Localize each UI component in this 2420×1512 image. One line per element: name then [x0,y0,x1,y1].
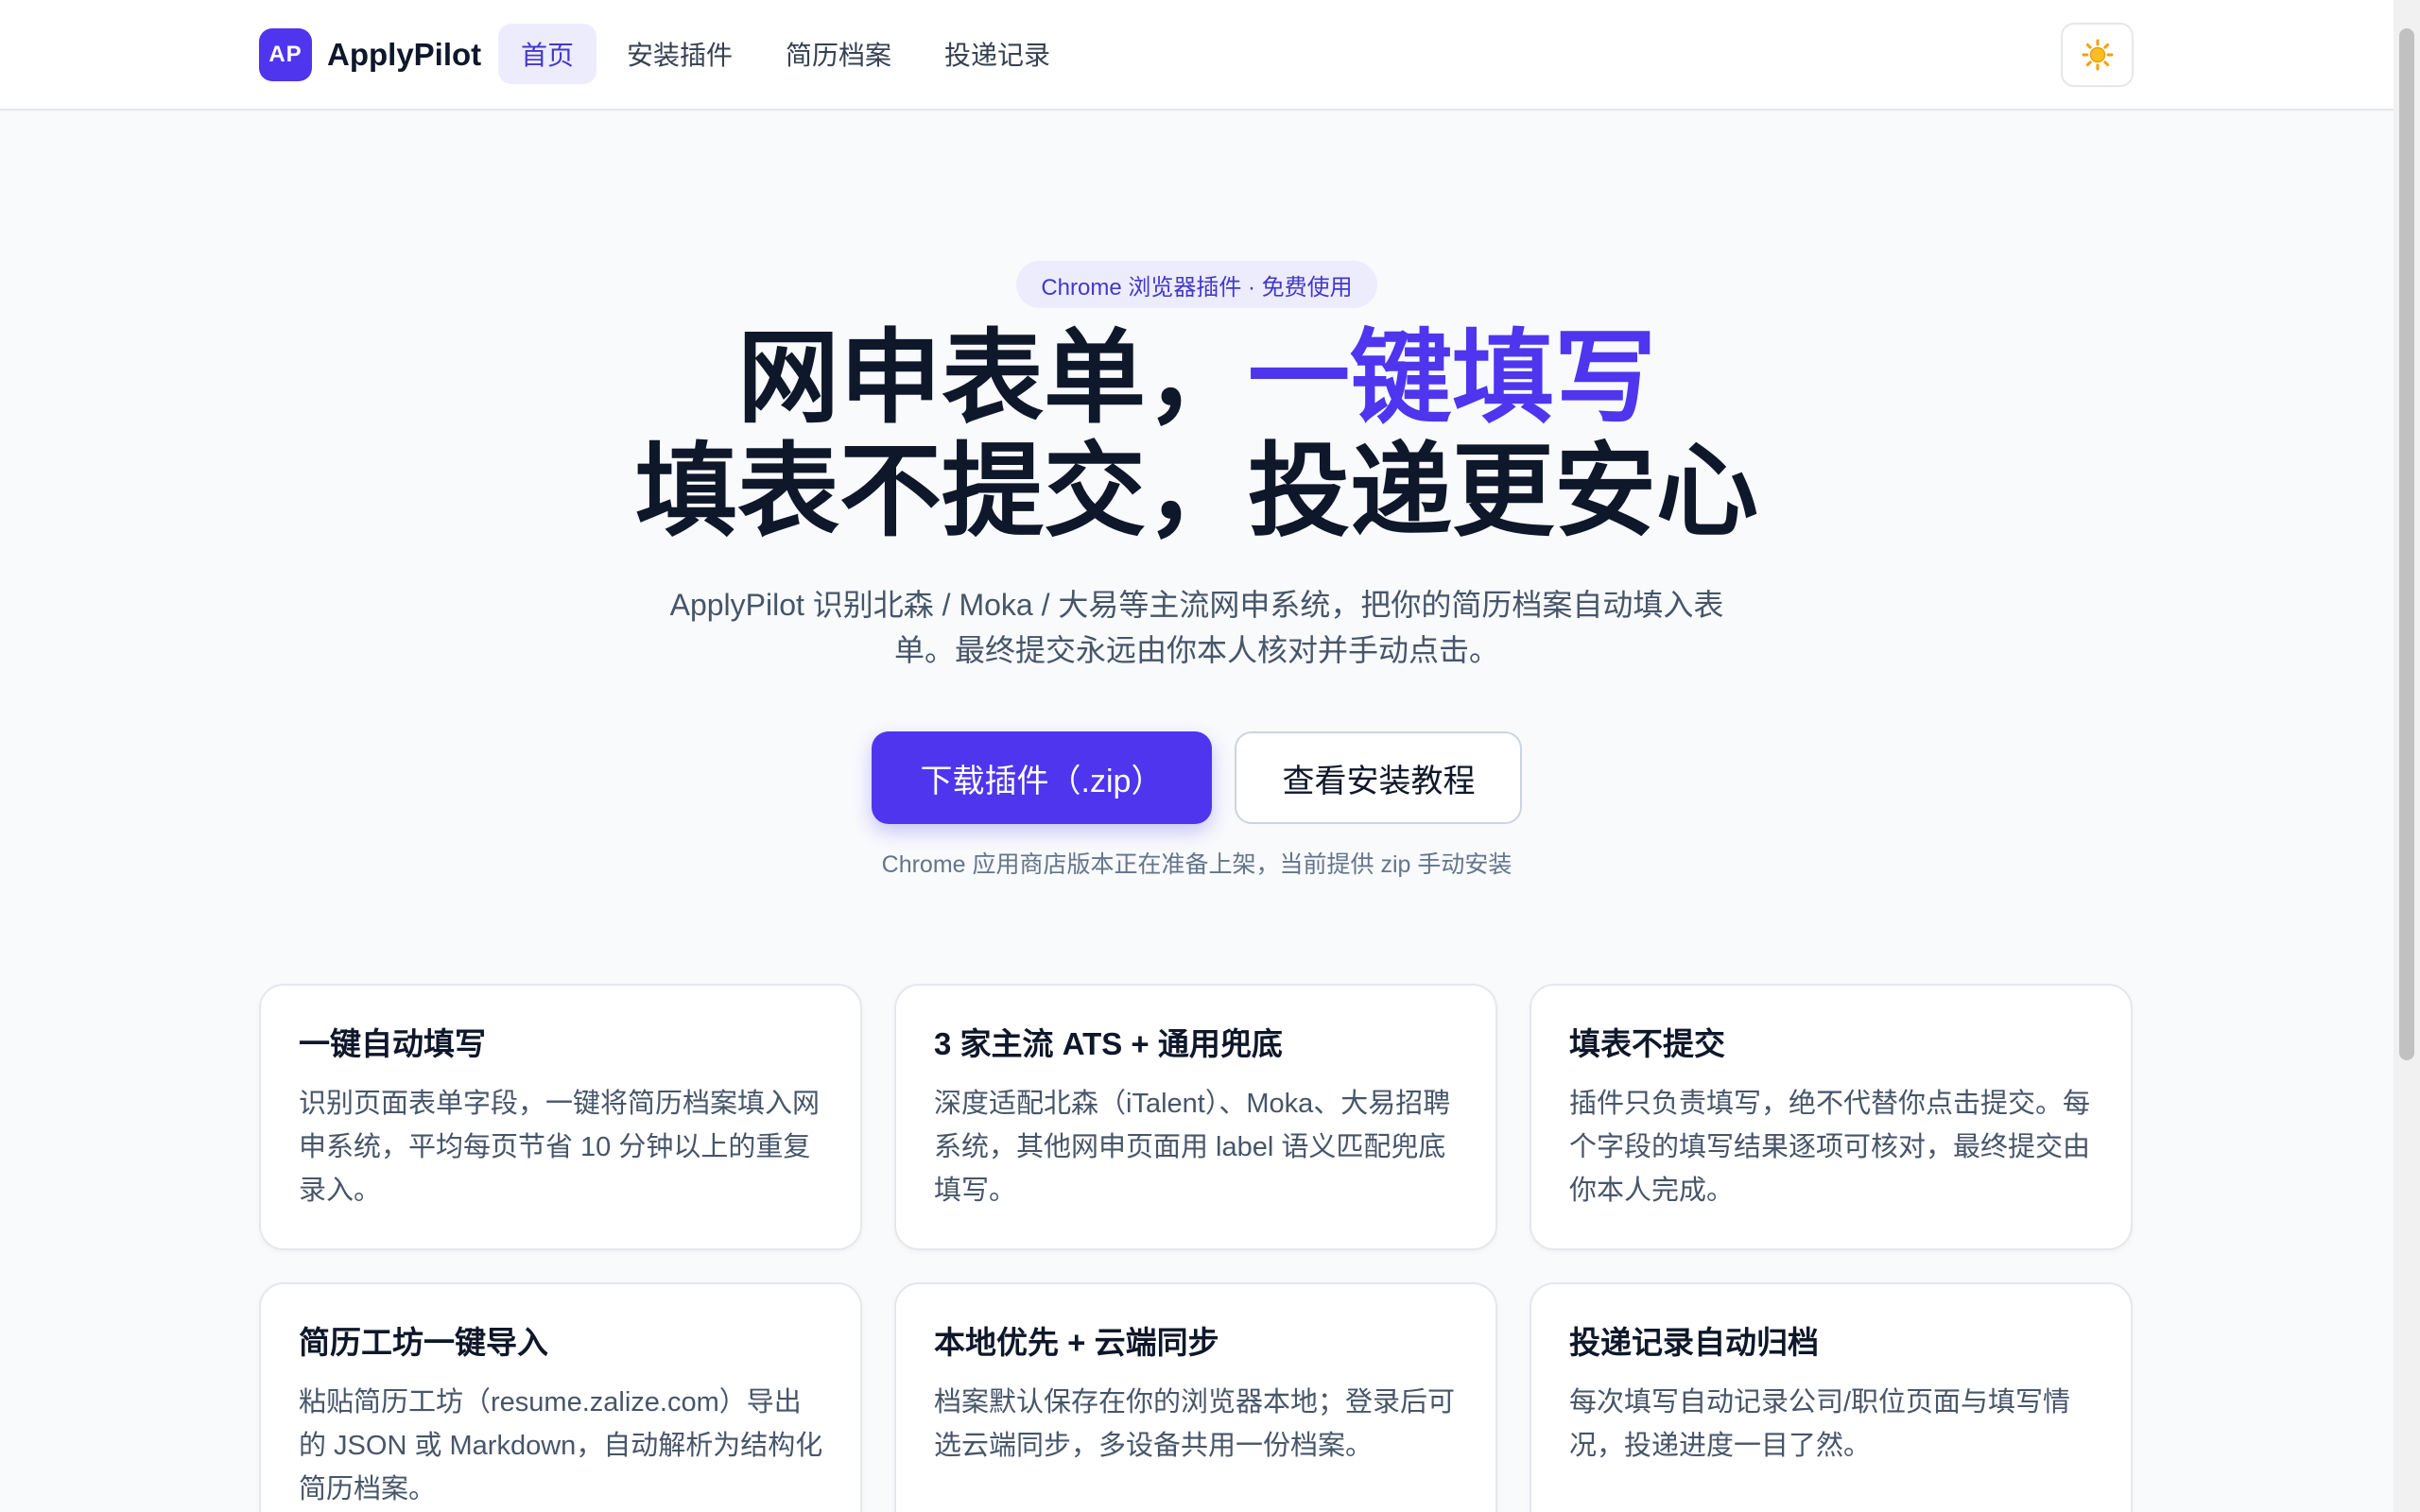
feature-description: 粘贴简历工坊（resume.zalize.com）导出的 JSON 或 Mark… [299,1387,823,1504]
hero-headline: 网申表单，一键填写 填表不提交，投递更安心 [0,321,2394,548]
feature-title: 简历工坊一键导入 [299,1325,548,1360]
feature-card: 投递记录自动归档 每次填写自动记录公司/职位页面与填写情况，投递进度一目了然。 [1530,1282,2133,1512]
feature-title: 3 家主流 ATS + 通用兜底 [934,1026,1283,1061]
hero-badge-wrap: Chrome 浏览器插件 · 免费使用 [0,261,2394,308]
feature-description: 深度适配北森（iTalent）、Moka、大易招聘系统，其他网申页面用 labe… [934,1089,1451,1206]
nav-install-plugin[interactable]: 安装插件 [604,24,755,84]
cta-row: 下载插件（.zip） 查看安装教程 [0,731,2394,824]
feature-card: 3 家主流 ATS + 通用兜底 深度适配北森（iTalent）、Moka、大易… [894,984,1497,1250]
feature-description: 识别页面表单字段，一键将简历档案填入网申系统，平均每页节省 10 分钟以上的重复… [299,1089,821,1206]
hero-badge: Chrome 浏览器插件 · 免费使用 [1016,261,1377,308]
main-nav: 首页 安装插件 简历档案 投递记录 [498,24,1073,84]
feature-grid: 一键自动填写 识别页面表单字段，一键将简历档案填入网申系统，平均每页节省 10 … [259,984,2135,1512]
feature-title: 填表不提交 [1569,1026,1725,1061]
hero-subtitle: ApplyPilot 识别北森 / Moka / 大易等主流网申系统，把你的简历… [669,588,1724,667]
feature-title: 本地优先 + 云端同步 [934,1325,1219,1360]
feature-card: 简历工坊一键导入 粘贴简历工坊（resume.zalize.com）导出的 JS… [259,1282,862,1512]
logo: AP [259,27,312,81]
feature-card: 一键自动填写 识别页面表单字段，一键将简历档案填入网申系统，平均每页节省 10 … [259,984,862,1250]
sun-icon [2082,39,2113,71]
brand[interactable]: AP ApplyPilot [259,27,481,81]
scrollbar-thumb[interactable] [2399,28,2414,1060]
install-tutorial-button[interactable]: 查看安装教程 [1235,731,1523,824]
headline-line1-accent: 一键填写 [1248,320,1657,435]
theme-toggle-button[interactable] [2061,23,2134,87]
feature-description: 插件只负责填写，绝不代替你点击提交。每个字段的填写结果逐项可核对，最终提交由你本… [1569,1089,2091,1206]
nav-application-records[interactable]: 投递记录 [922,24,1073,84]
page-scrollbar[interactable] [2394,0,2420,1512]
feature-description: 档案默认保存在你的浏览器本地；登录后可选云端同步，多设备共用一份档案。 [934,1387,1456,1461]
feature-description: 每次填写自动记录公司/职位页面与填写情况，投递进度一目了然。 [1569,1387,2071,1461]
store-availability-note: Chrome 应用商店版本正在准备上架，当前提供 zip 手动安装 [881,851,1512,878]
top-navbar: AP ApplyPilot 首页 安装插件 简历档案 投递记录 [0,0,2394,111]
headline-line1-prefix: 网申表单， [736,320,1248,435]
feature-card: 填表不提交 插件只负责填写，绝不代替你点击提交。每个字段的填写结果逐项可核对，最… [1530,984,2133,1250]
feature-title: 投递记录自动归档 [1569,1325,1819,1360]
page: AP ApplyPilot 首页 安装插件 简历档案 投递记录 Chrome 浏… [0,0,2420,1512]
nav-resume-profile[interactable]: 简历档案 [763,24,914,84]
download-plugin-button[interactable]: 下载插件（.zip） [871,731,1213,824]
feature-title: 一键自动填写 [299,1026,486,1061]
brand-name: ApplyPilot [327,36,482,72]
nav-home[interactable]: 首页 [498,24,597,84]
feature-card: 本地优先 + 云端同步 档案默认保存在你的浏览器本地；登录后可选云端同步，多设备… [894,1282,1497,1512]
headline-line2: 填表不提交，投递更安心 [634,434,1758,548]
